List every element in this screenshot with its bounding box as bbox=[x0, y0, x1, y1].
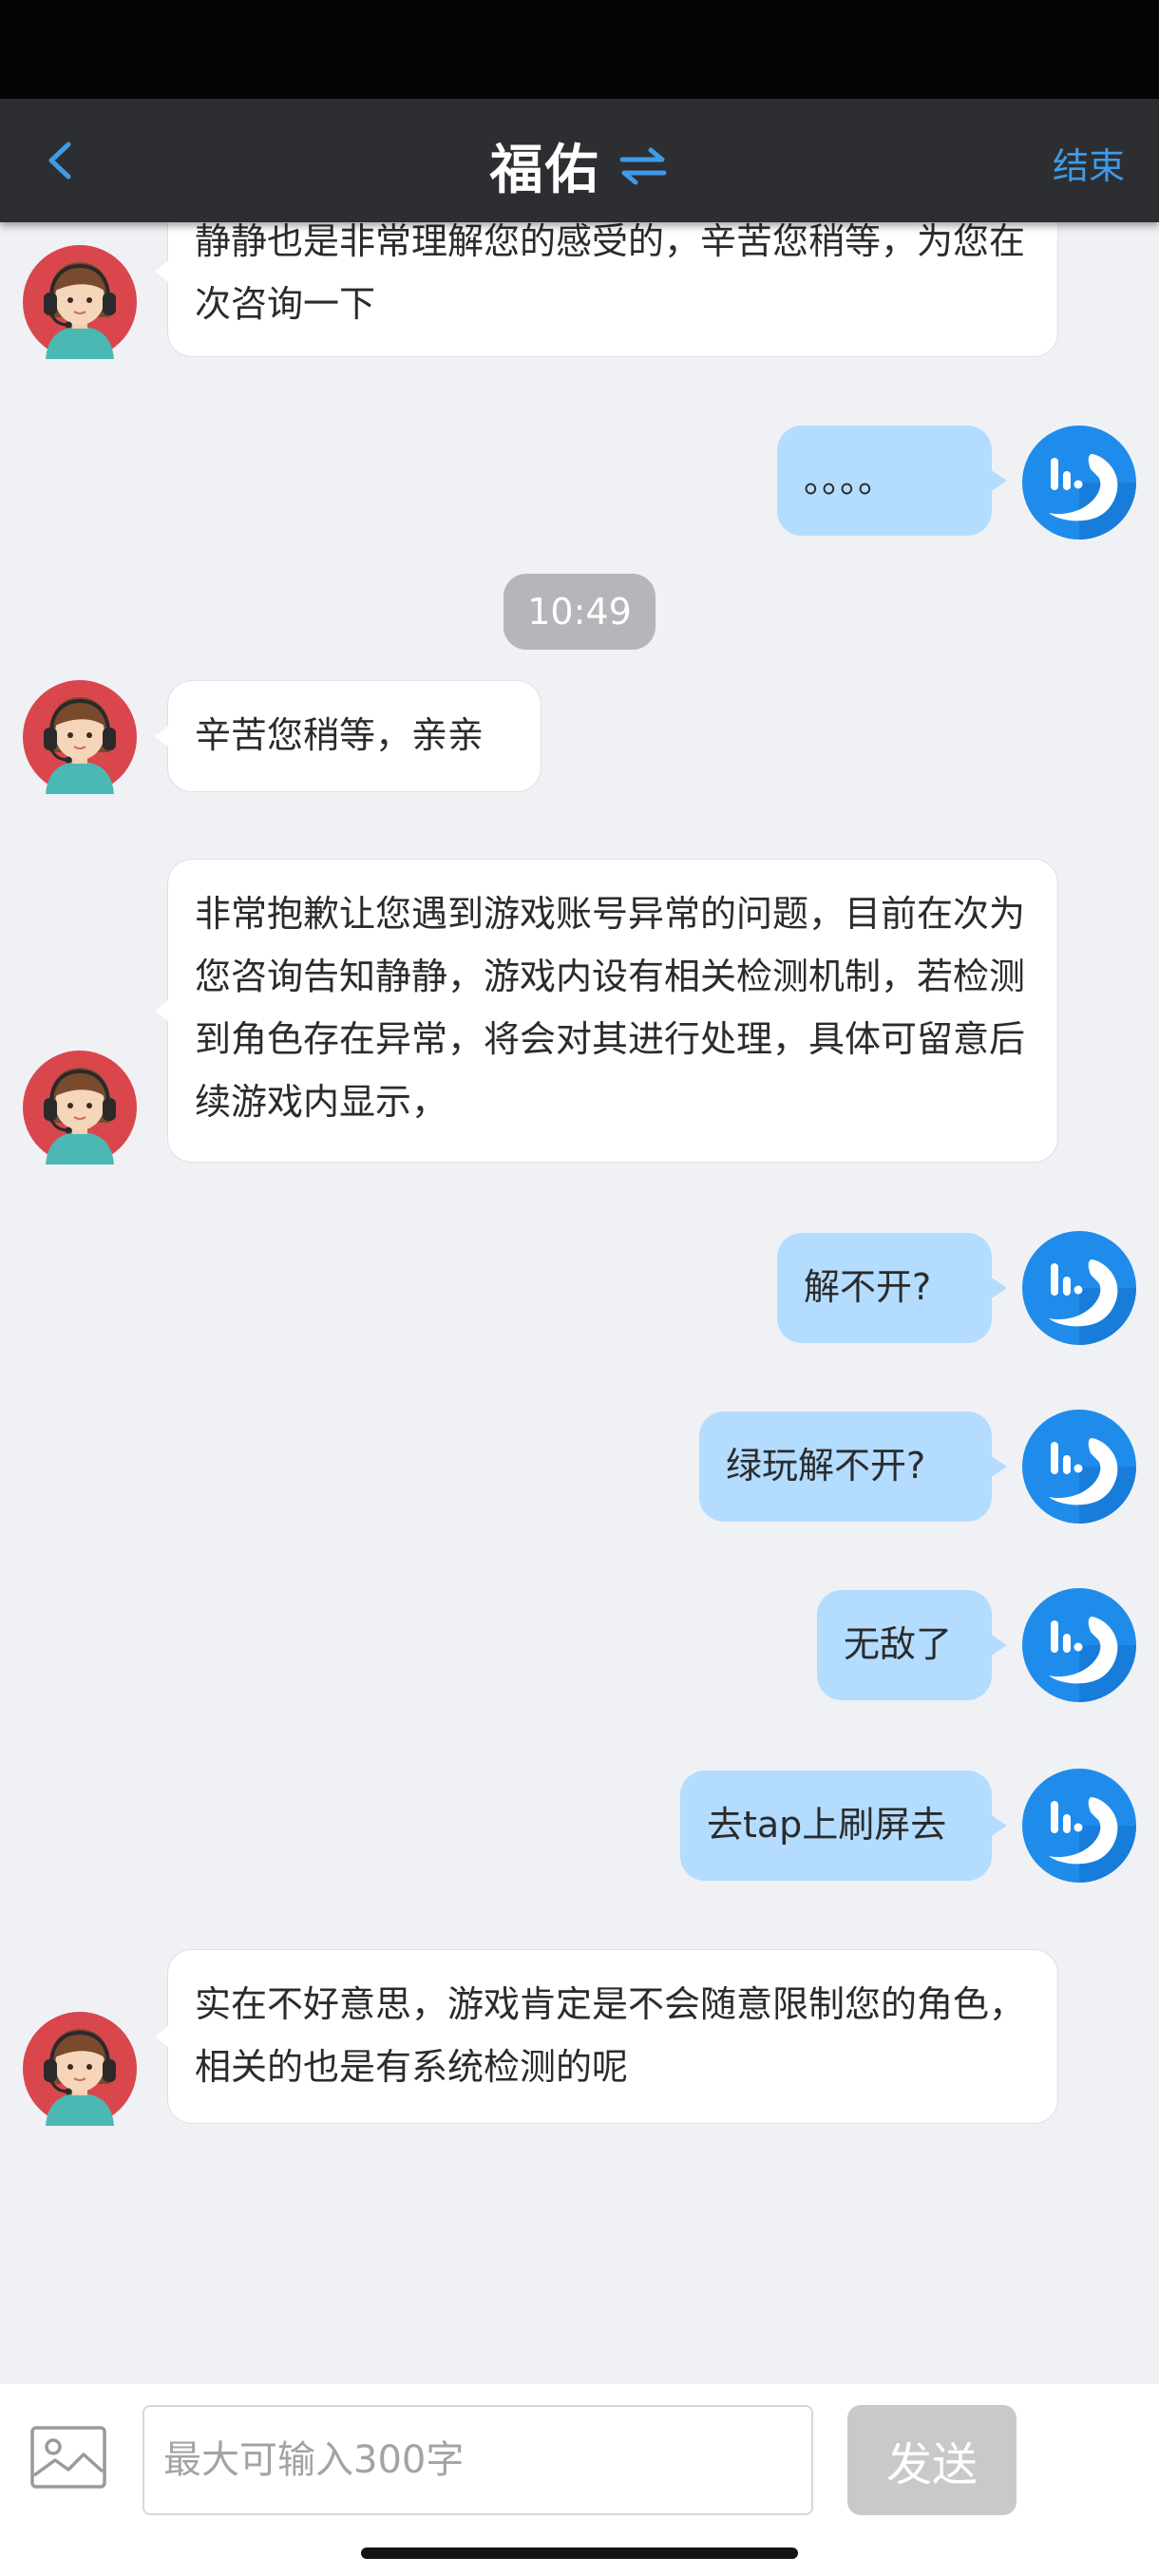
end-chat-button[interactable]: 结束 bbox=[1053, 137, 1125, 189]
agent-avatar bbox=[23, 2012, 137, 2126]
message-text: 非常抱歉让您遇到游戏账号异常的问题，目前在次为您咨询告知静静，游戏内设有相关检测… bbox=[155, 859, 1058, 1163]
image-icon bbox=[30, 2426, 106, 2489]
page-title: 福佑 bbox=[489, 140, 600, 201]
home-indicator[interactable] bbox=[361, 2548, 798, 2559]
message-text: 绿玩解不开? bbox=[699, 1411, 1007, 1522]
user-avatar bbox=[1022, 1769, 1136, 1883]
message-text: 。。。。 bbox=[777, 426, 1007, 536]
status-bar bbox=[0, 0, 1159, 99]
message-text: 无敌了 bbox=[817, 1590, 1007, 1700]
agent-avatar bbox=[23, 245, 137, 359]
swap-arrows-icon[interactable] bbox=[617, 142, 670, 190]
send-button[interactable]: 发送 bbox=[847, 2405, 1016, 2515]
chat-header: 福佑 结束 bbox=[0, 99, 1159, 222]
message-input[interactable] bbox=[142, 2405, 813, 2515]
user-avatar bbox=[1022, 1410, 1136, 1524]
user-avatar bbox=[1022, 1588, 1136, 1702]
message-text: 解不开? bbox=[777, 1233, 1007, 1343]
composer-bar: 发送 bbox=[0, 2384, 1159, 2536]
user-avatar bbox=[1022, 426, 1136, 540]
message-text: 辛苦您稍等，亲亲 bbox=[155, 680, 542, 792]
message-text: 实在不好意思，游戏肯定是不会随意限制您的角色，相关的也是有系统检测的呢 bbox=[155, 1949, 1058, 2124]
user-avatar bbox=[1022, 1231, 1136, 1345]
system-nav-area bbox=[0, 2536, 1159, 2576]
agent-avatar bbox=[23, 1051, 137, 1165]
image-picker-button[interactable] bbox=[28, 2422, 108, 2492]
timestamp: 10:49 bbox=[504, 574, 656, 650]
message-text: 去tap上刷屏去 bbox=[680, 1771, 1007, 1881]
agent-avatar bbox=[23, 680, 137, 794]
